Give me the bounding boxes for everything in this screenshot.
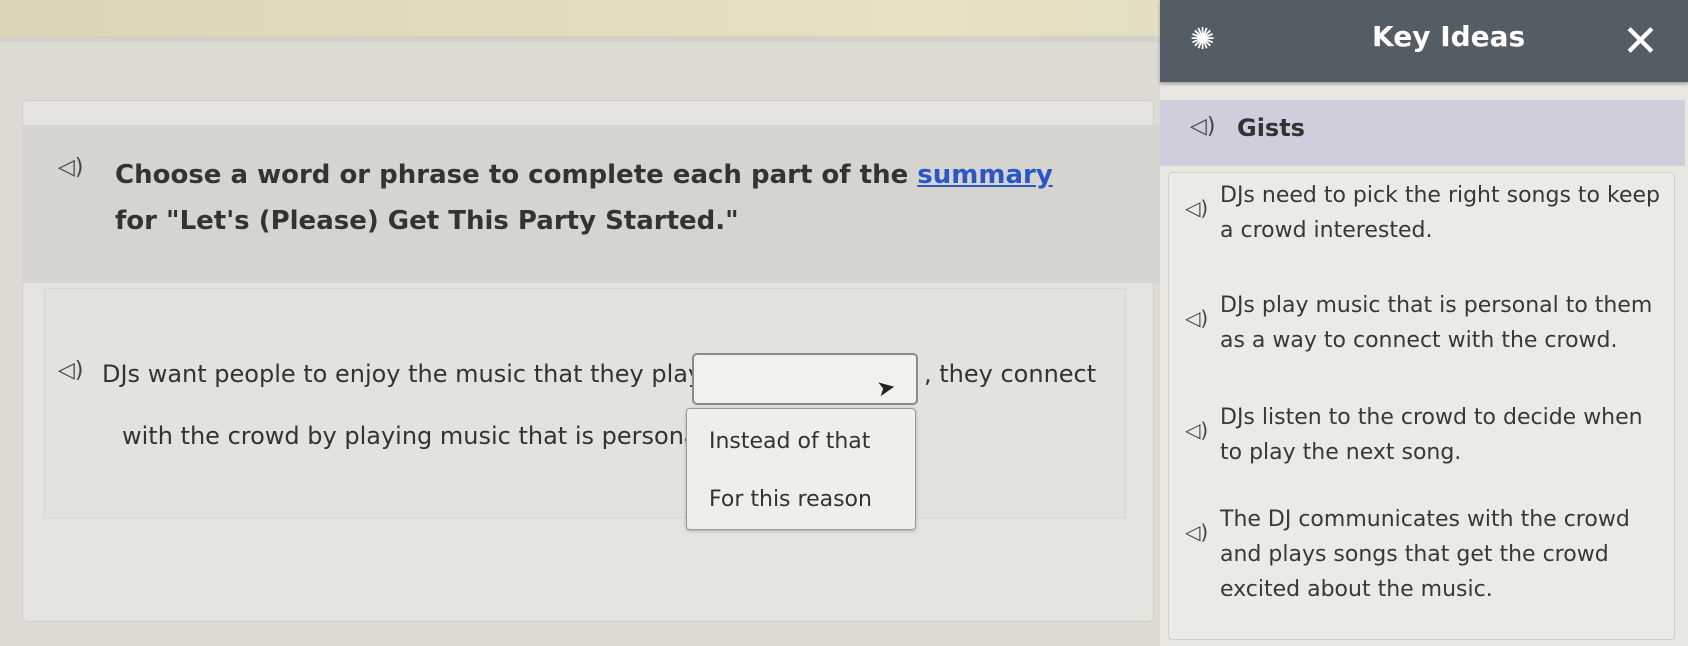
sentence-speaker-icon[interactable]: ◁)	[58, 358, 84, 383]
summary-link[interactable]: summary	[917, 160, 1052, 190]
gist-speaker-icon[interactable]: ◁)	[1185, 196, 1208, 220]
gists-label: Gists	[1237, 114, 1305, 142]
gist-speaker-icon[interactable]: ◁)	[1185, 520, 1208, 544]
gist-item: The DJ communicates with the crowd and p…	[1220, 507, 1630, 602]
sentence-part-2: , they connect	[924, 360, 1097, 388]
gist-speaker-icon[interactable]: ◁)	[1185, 306, 1208, 330]
sentence-part-3: with the crowd by playing music that is …	[122, 422, 738, 450]
gists-speaker-icon[interactable]: ◁)	[1190, 114, 1216, 139]
dropdown-option-instead-of-that[interactable]: Instead of that	[709, 429, 870, 454]
instruction-text: Choose a word or phrase to complete each…	[115, 160, 1053, 236]
top-divider	[0, 36, 1160, 42]
gist-item: DJs listen to the crowd to decide when t…	[1220, 405, 1643, 465]
gist-item: DJs play music that is personal to them …	[1220, 293, 1653, 353]
summary-panel	[44, 288, 1126, 518]
panel-title: Key Ideas	[1372, 20, 1526, 53]
dropdown-menu: Instead of that For this reason	[686, 408, 916, 530]
sentence-part-1: DJs want people to enjoy the music that …	[102, 360, 707, 388]
close-icon[interactable]: ✕	[1622, 16, 1659, 67]
lightbulb-icon: ✺	[1190, 22, 1216, 57]
gist-speaker-icon[interactable]: ◁)	[1185, 418, 1208, 442]
gist-item: DJs need to pick the right songs to keep…	[1220, 183, 1660, 243]
instruction-speaker-icon[interactable]: ◁)	[58, 155, 84, 180]
dropdown-option-for-this-reason[interactable]: For this reason	[709, 487, 872, 512]
